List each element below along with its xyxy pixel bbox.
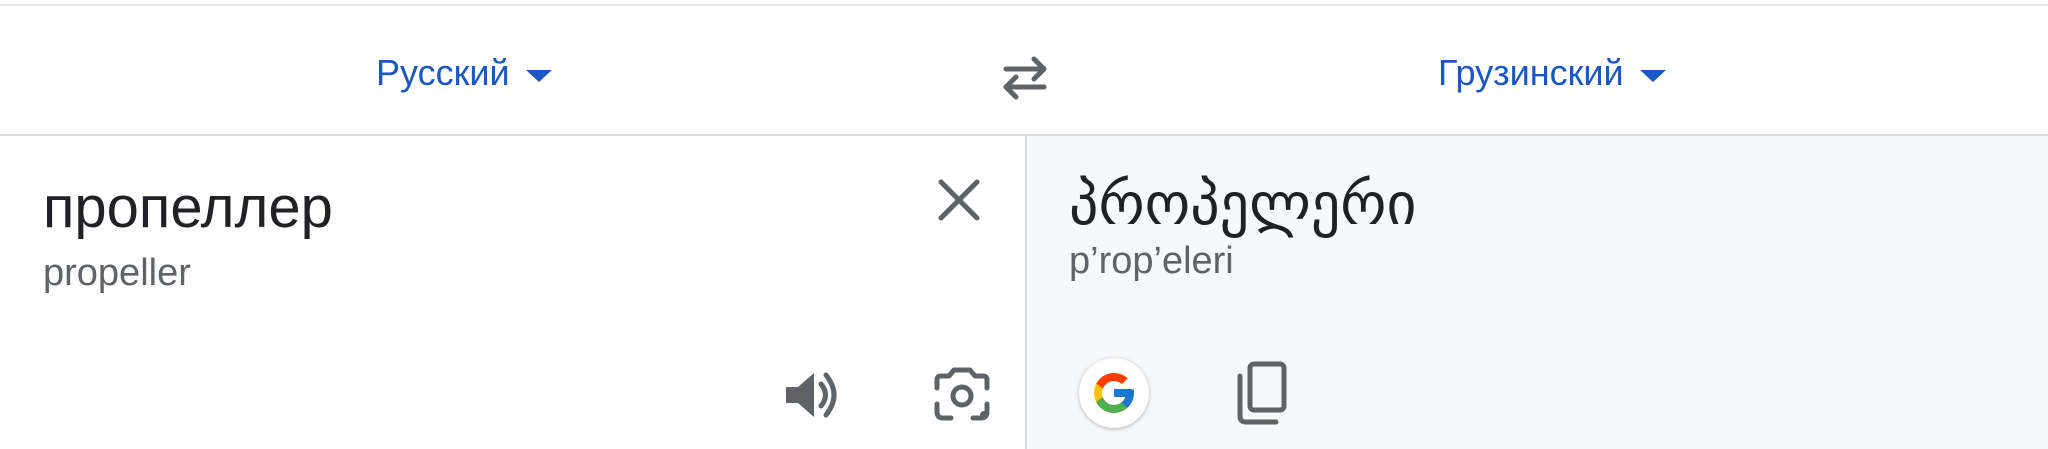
copy-icon[interactable] [1230,360,1296,426]
close-icon[interactable] [935,176,983,224]
source-language-label: Русский [376,52,510,93]
swap-arrows-icon[interactable] [996,54,1054,102]
translation-text: პროპელერი [1069,170,1417,238]
language-bar: Русский Грузинский [0,6,2048,134]
target-panel: პროპელერი p’rop’eleri [1027,136,2048,449]
source-text-input[interactable]: пропеллер [43,174,333,241]
target-language-label: Грузинский [1438,52,1624,93]
translation-transliteration: p’rop’eleri [1069,240,1234,282]
source-panel: пропеллер propeller [0,136,1025,449]
dropdown-caret-icon [525,70,552,82]
source-transliteration: propeller [43,252,191,294]
source-language-selector[interactable]: Русский [376,52,552,94]
speaker-icon[interactable] [782,366,840,424]
camera-icon[interactable] [933,366,991,424]
dropdown-caret-icon [1639,70,1666,82]
target-language-selector[interactable]: Грузинский [1438,52,1666,94]
google-button[interactable] [1079,358,1149,428]
google-g-icon [1094,373,1134,413]
